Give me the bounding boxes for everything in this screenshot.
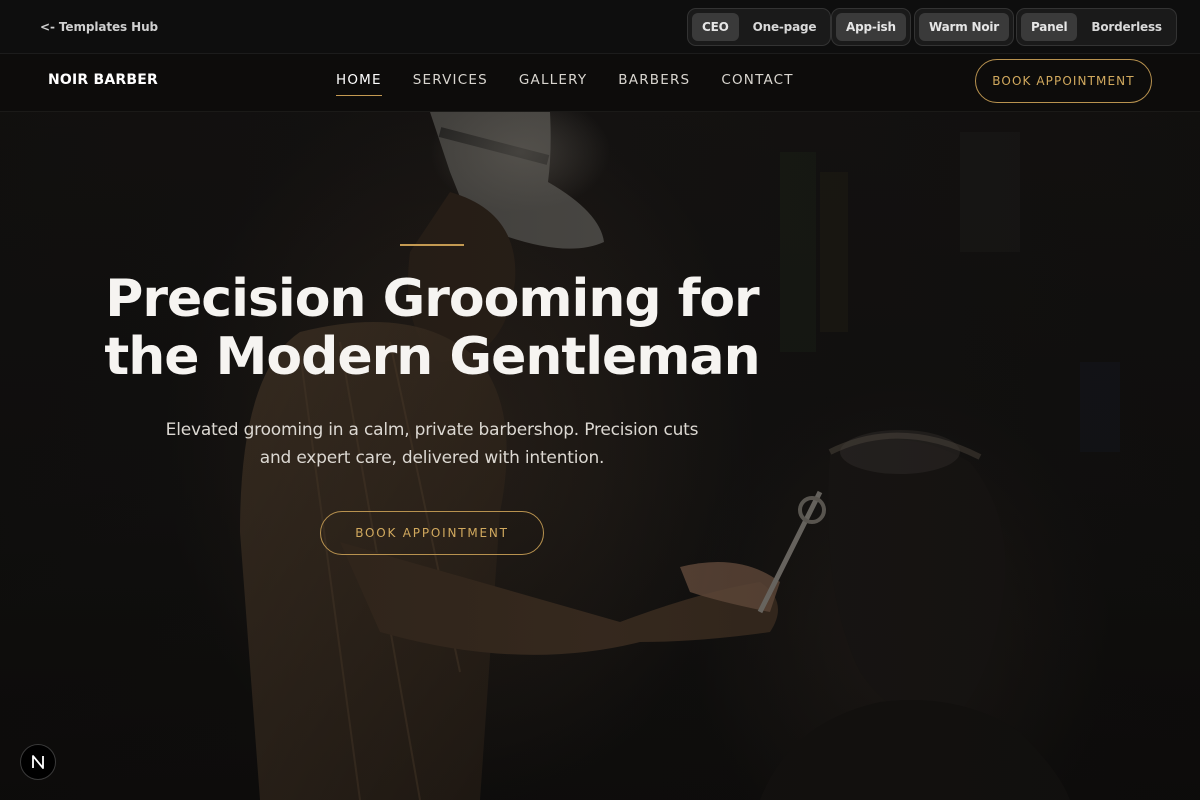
nav-link-barbers[interactable]: BARBERS (618, 72, 690, 96)
brand-logo[interactable]: NOIR BARBER (48, 72, 158, 88)
utility-bar: <- Templates Hub CEO One-page App-ish Wa… (0, 0, 1200, 54)
panel-option-borderless[interactable]: Borderless (1081, 13, 1172, 41)
style-option-app-ish[interactable]: App-ish (836, 13, 906, 41)
layout-switch: CEO One-page (687, 8, 832, 46)
hero-book-appointment-button[interactable]: BOOK APPOINTMENT (320, 511, 544, 555)
theme-switch: Warm Noir (914, 8, 1015, 46)
n-logo-icon[interactable] (20, 744, 56, 780)
hero-title: Precision Grooming for the Modern Gentle… (104, 269, 760, 387)
layout-option-ceo[interactable]: CEO (692, 13, 739, 41)
nav-link-services[interactable]: SERVICES (413, 72, 488, 96)
panel-option-panel[interactable]: Panel (1021, 13, 1078, 41)
layout-option-one-page[interactable]: One-page (743, 13, 827, 41)
nav-link-gallery[interactable]: GALLERY (519, 72, 587, 96)
theme-option-warm-noir[interactable]: Warm Noir (919, 13, 1010, 41)
nav-links: HOME SERVICES GALLERY BARBERS CONTACT (336, 72, 794, 96)
nav-book-appointment-button[interactable]: BOOK APPOINTMENT (975, 59, 1152, 103)
nav-link-contact[interactable]: CONTACT (721, 72, 793, 96)
hero-section: Precision Grooming for the Modern Gentle… (0, 112, 1200, 800)
panel-switch: Panel Borderless (1016, 8, 1177, 46)
templates-hub-link[interactable]: <- Templates Hub (40, 20, 158, 34)
n-glyph-icon (32, 755, 44, 769)
nav-link-home[interactable]: HOME (336, 72, 382, 96)
style-switch: App-ish (831, 8, 911, 46)
hero-subtitle: Elevated grooming in a calm, private bar… (165, 420, 699, 468)
hero-accent-rule (400, 244, 464, 246)
main-nav: NOIR BARBER HOME SERVICES GALLERY BARBER… (0, 54, 1200, 112)
